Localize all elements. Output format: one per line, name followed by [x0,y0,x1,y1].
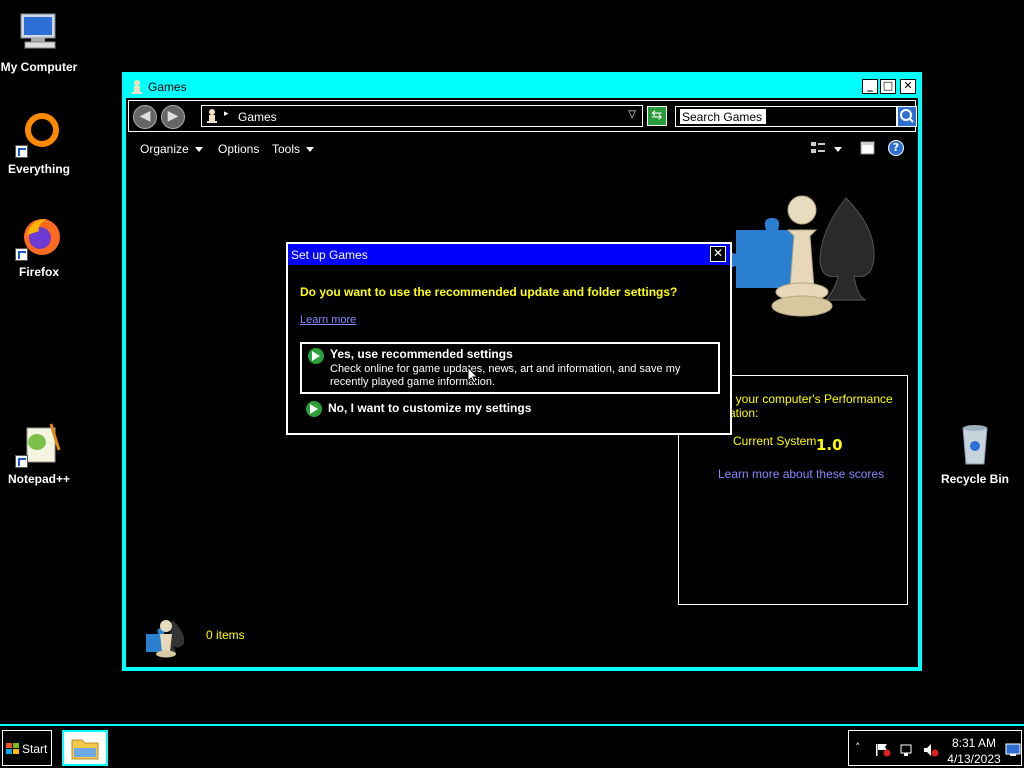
navigation-bar: ◀ ▶ ▸ Games ▽ ⇆ [128,100,917,132]
help-icon[interactable]: ? [888,140,904,156]
search-icon [900,109,914,123]
shortcut-arrow-icon [15,455,28,468]
games-icon [207,109,217,123]
green-arrow-icon [306,401,322,417]
maximize-button[interactable]: □ [880,79,896,94]
green-arrow-icon [308,348,324,364]
learn-more-link[interactable]: Learn more [300,314,356,326]
option-title: Yes, use recommended settings [330,347,513,361]
tools-menu[interactable]: Tools [272,142,315,156]
show-hidden-icons-icon[interactable]: ˄ [855,741,861,754]
breadcrumb-separator-icon[interactable]: ▸ [224,109,229,119]
windows-logo-icon [6,743,19,754]
refresh-button[interactable]: ⇆ [647,106,667,126]
organize-label: Organize [140,142,189,156]
minimize-button[interactable]: _ [862,79,878,94]
performance-score: 1.0 [816,436,843,454]
system-tray: ˄ 8:31 AM 4/13/2023 [848,730,1022,766]
chevron-down-icon [194,147,203,153]
items-count: 0 items [206,628,245,642]
everything-icon [15,110,63,158]
setup-games-dialog: Set up Games ✕ Do you want to use the re… [286,242,732,435]
games-small-icon [146,620,185,658]
clock-date: 4/13/2023 [947,752,1001,766]
desktop-icon-recycle-bin[interactable]: Recycle Bin [935,420,1015,486]
desktop-icon-my-computer[interactable]: My Computer [0,8,79,74]
option-title: No, I want to customize my settings [328,401,532,415]
desktop-icon-label: Everything [7,162,70,176]
breadcrumb[interactable]: Games [238,110,277,124]
folder-icon [71,739,99,760]
games-artwork-icon [726,195,875,317]
dialog-question: Do you want to use the recommended updat… [300,285,678,299]
address-dropdown-icon[interactable]: ▽ [628,109,636,120]
use-recommended-option[interactable]: Yes, use recommended settings Check onli… [300,342,720,394]
organize-menu[interactable]: Organize [140,142,203,156]
close-button[interactable]: ✕ [900,79,916,94]
dialog-title: Set up Games [291,248,368,262]
current-system-label: Current System [733,434,817,448]
network-icon[interactable] [899,743,915,757]
recycle-bin-icon [951,420,999,468]
desktop-icon-label: Firefox [18,265,59,279]
desktop-icon-label: Recycle Bin [940,472,1010,486]
shortcut-arrow-icon [15,145,28,158]
forward-button[interactable]: ▶ [161,105,185,129]
desktop-icon-firefox[interactable]: Firefox [0,213,79,279]
clock-time: 8:31 AM [951,736,997,750]
search-input[interactable] [680,109,766,124]
taskbar-explorer-button[interactable] [62,730,108,766]
desktop-icon-notepadpp[interactable]: Notepad++ [0,420,79,486]
shortcut-arrow-icon [15,248,28,261]
notepadpp-icon [15,420,63,468]
address-bar[interactable]: ▸ Games ▽ [201,105,643,127]
search-button[interactable] [897,106,917,127]
views-icon[interactable] [810,140,826,156]
desktop-icon-label: My Computer [0,60,78,74]
dialog-title-bar[interactable]: Set up Games ✕ [288,244,730,265]
preview-pane-icon[interactable] [860,141,875,155]
show-desktop-icon[interactable] [1005,743,1021,757]
action-center-flag-icon[interactable] [875,743,891,757]
games-icon [132,80,142,94]
taskbar: Start ˄ 8:31 AM 4/13/2023 [0,724,1024,768]
tools-label: Tools [272,142,301,156]
clock[interactable]: 8:31 AM 4/13/2023 [947,735,1001,767]
firefox-icon [15,213,63,261]
learn-more-scores-link[interactable]: Learn more about these scores [718,467,884,481]
mouse-cursor-icon [467,366,479,384]
desktop-icon-everything[interactable]: Everything [0,110,79,176]
desktop-icon-label: Notepad++ [7,472,70,486]
title-bar[interactable]: Games _ □ ✕ [126,76,918,98]
start-label: Start [22,742,48,756]
volume-muted-icon[interactable] [923,743,939,757]
performance-text: t your computer's Performance ation: [729,392,893,420]
search-box[interactable] [675,106,897,127]
start-button[interactable]: Start [2,730,52,766]
option-description: Check online for game updates, news, art… [330,363,681,388]
command-bar: Organize Options Tools ? [128,136,916,162]
computer-icon [15,8,63,56]
dialog-close-button[interactable]: ✕ [710,246,726,262]
customize-settings-option[interactable]: No, I want to customize my settings [300,398,720,420]
views-dropdown-icon[interactable] [834,147,842,152]
options-button[interactable]: Options [218,142,259,156]
window-title: Games [148,80,187,94]
chevron-down-icon [306,147,315,153]
back-button[interactable]: ◀ [133,105,157,129]
